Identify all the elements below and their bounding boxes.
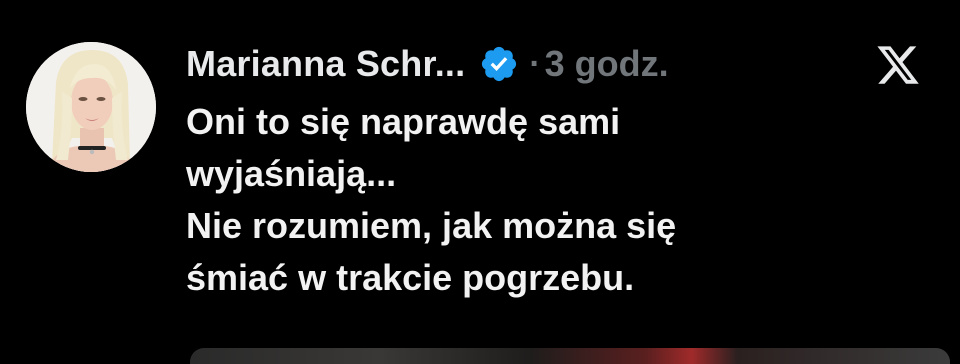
verified-badge-icon: [479, 44, 519, 84]
x-logo-icon[interactable]: [874, 42, 922, 88]
author-name[interactable]: Marianna Schr...: [186, 43, 465, 85]
tweet-text-line: Nie rozumiem, jak można się: [186, 205, 677, 246]
author-avatar[interactable]: [26, 42, 156, 172]
tweet-card[interactable]: Marianna Schr... · 3 godz. Oni to się na…: [0, 0, 960, 364]
tweet-text: Oni to się naprawdę sami wyjaśniają... N…: [186, 96, 886, 304]
tweet-text-line: Oni to się naprawdę sami: [186, 101, 621, 142]
tweet-text-line: wyjaśniają...: [186, 153, 397, 194]
header-separator: ·: [529, 44, 541, 83]
avatar-portrait-image: [26, 42, 156, 172]
tweet-header: Marianna Schr... · 3 godz.: [186, 40, 669, 88]
tweet-timestamp[interactable]: 3 godz.: [545, 43, 669, 85]
tweet-text-line: śmiać w trakcie pogrzebu.: [186, 257, 635, 298]
tweet-media-preview[interactable]: [190, 348, 950, 364]
